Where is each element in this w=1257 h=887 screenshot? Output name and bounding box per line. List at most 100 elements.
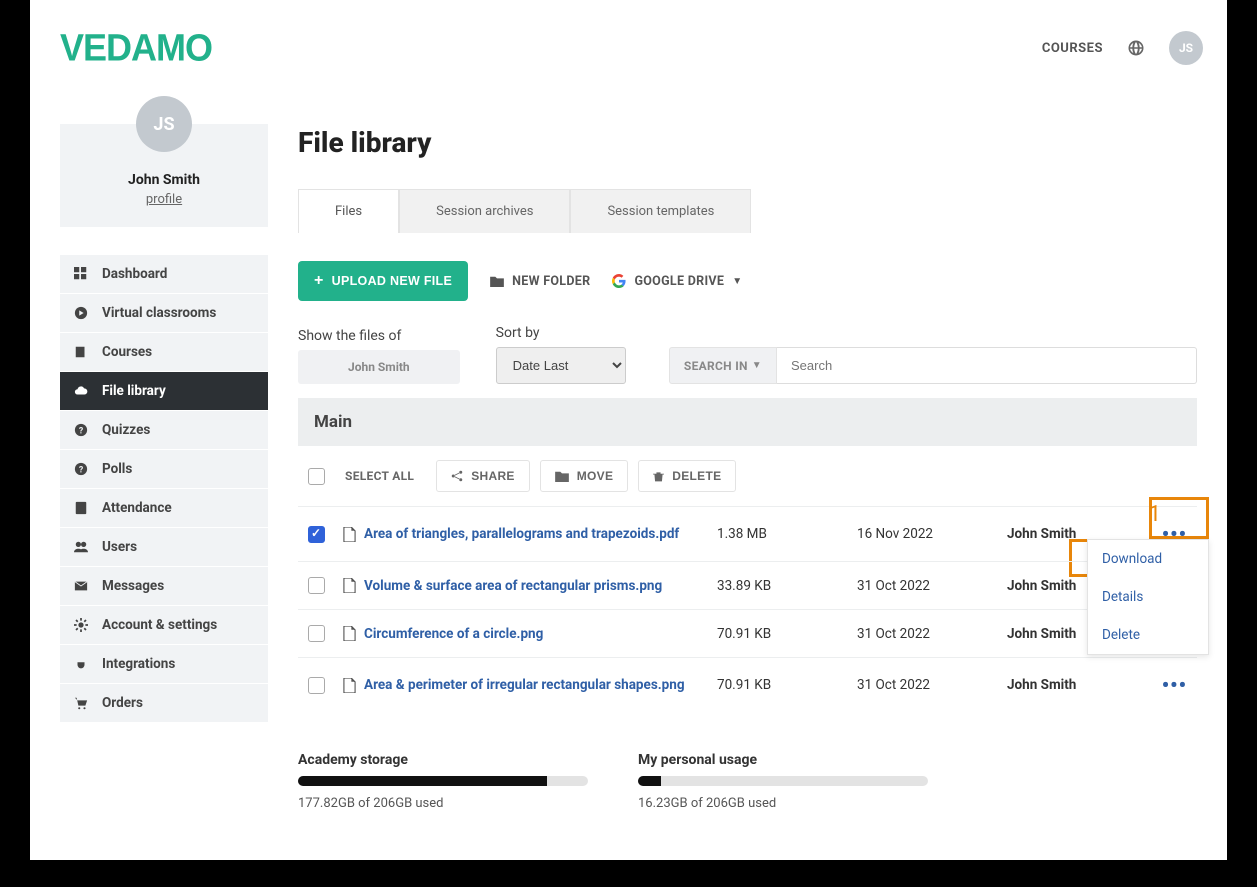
book-icon (74, 345, 88, 359)
sort-by-label: Sort by (496, 325, 626, 341)
trash-icon (653, 470, 664, 483)
file-date: 31 Oct 2022 (857, 677, 1007, 693)
button-label: SEARCH IN (684, 359, 748, 373)
show-files-of-value[interactable]: John Smith (298, 350, 460, 384)
sidebar-item-label: Dashboard (102, 266, 167, 282)
svg-text:?: ? (79, 466, 84, 476)
file-icon (343, 527, 356, 542)
sidebar-item-label: Courses (102, 344, 152, 360)
delete-button[interactable]: DELETE (638, 460, 736, 492)
button-label: MOVE (577, 469, 614, 483)
file-date: 31 Oct 2022 (857, 578, 1007, 594)
tab-bar: Files Session archives Session templates (298, 189, 1197, 233)
sidebar-item-orders[interactable]: Orders (60, 684, 268, 723)
google-icon (612, 274, 626, 288)
sidebar-item-virtual-classrooms[interactable]: Virtual classrooms (60, 294, 268, 333)
button-label: NEW FOLDER (512, 274, 590, 289)
row-checkbox[interactable] (308, 577, 325, 594)
row-checkbox[interactable] (308, 677, 325, 694)
button-label: SHARE (471, 469, 515, 483)
globe-icon[interactable] (1127, 39, 1145, 57)
file-name-link[interactable]: Area of triangles, parallelograms and tr… (364, 526, 679, 542)
sidebar-item-dashboard[interactable]: Dashboard (60, 255, 268, 294)
document-icon (74, 501, 88, 515)
sidebar-item-label: Quizzes (102, 422, 150, 438)
button-label: UPLOAD NEW FILE (332, 274, 452, 288)
sidebar-item-messages[interactable]: Messages (60, 567, 268, 606)
search-input[interactable] (777, 347, 1197, 384)
caret-down-icon: ▼ (752, 360, 762, 371)
tab-session-archives[interactable]: Session archives (399, 189, 570, 233)
file-size: 70.91 KB (717, 626, 857, 642)
annotation-number-1: 1 (1149, 502, 1161, 527)
sidebar-item-label: Orders (102, 695, 143, 711)
folder-icon (555, 470, 569, 482)
folder-icon (490, 275, 504, 287)
sidebar-item-attendance[interactable]: Attendance (60, 489, 268, 528)
new-folder-button[interactable]: NEW FOLDER (490, 274, 590, 289)
tab-files[interactable]: Files (298, 189, 399, 233)
envelope-icon (74, 579, 88, 593)
cloud-icon (74, 384, 88, 398)
folder-title: Main (298, 398, 1197, 446)
question-icon: ? (74, 462, 88, 476)
sort-by-select[interactable]: Date Last (496, 347, 626, 384)
dropdown-details[interactable]: Details (1088, 578, 1208, 616)
file-size: 70.91 KB (717, 677, 857, 693)
header-avatar[interactable]: JS (1169, 31, 1203, 65)
sidebar-item-label: Users (102, 539, 137, 555)
sidebar-item-quizzes[interactable]: ? Quizzes (60, 411, 268, 450)
sidebar-item-label: Polls (102, 461, 132, 477)
dropdown-download[interactable]: Download (1088, 540, 1208, 578)
plus-icon: + (314, 272, 324, 290)
caret-down-icon: ▼ (732, 276, 742, 287)
sidebar-item-users[interactable]: Users (60, 528, 268, 567)
svg-text:?: ? (79, 427, 84, 437)
academy-storage-text: 177.82GB of 206GB used (298, 796, 588, 811)
row-checkbox[interactable] (308, 526, 325, 543)
file-date: 16 Nov 2022 (857, 526, 1007, 542)
file-icon (343, 578, 356, 593)
profile-link[interactable]: profile (146, 192, 182, 207)
cart-icon (74, 696, 88, 710)
personal-usage-text: 16.23GB of 206GB used (638, 796, 928, 811)
select-all-checkbox[interactable] (308, 468, 325, 485)
academy-storage-bar (298, 776, 588, 786)
personal-usage-bar (638, 776, 928, 786)
sidebar-item-account-settings[interactable]: Account & settings (60, 606, 268, 645)
sidebar-item-label: Attendance (102, 500, 172, 516)
dropdown-delete[interactable]: Delete (1088, 616, 1208, 654)
sidebar-item-polls[interactable]: ? Polls (60, 450, 268, 489)
courses-link[interactable]: COURSES (1042, 41, 1103, 56)
plug-icon (74, 657, 88, 671)
academy-storage-label: Academy storage (298, 752, 588, 768)
tab-session-templates[interactable]: Session templates (570, 189, 751, 233)
gear-icon (74, 618, 88, 632)
share-button[interactable]: SHARE (436, 460, 530, 492)
question-icon: ? (74, 423, 88, 437)
table-row: Area & perimeter of irregular rectangula… (298, 657, 1197, 712)
sidebar-item-courses[interactable]: Courses (60, 333, 268, 372)
move-button[interactable]: MOVE (540, 460, 629, 492)
file-name-link[interactable]: Circumference of a circle.png (364, 626, 543, 642)
sidebar-item-label: Account & settings (102, 617, 217, 633)
sidebar-item-label: Integrations (102, 656, 175, 672)
sidebar-item-integrations[interactable]: Integrations (60, 645, 268, 684)
row-actions-button[interactable]: ••• (1162, 673, 1187, 697)
file-size: 33.89 KB (717, 578, 857, 594)
file-name-link[interactable]: Volume & surface area of rectangular pri… (364, 578, 662, 594)
file-owner: John Smith (1007, 677, 1147, 693)
file-name-link[interactable]: Area & perimeter of irregular rectangula… (364, 677, 685, 693)
sidebar-item-label: Messages (102, 578, 164, 594)
upload-new-file-button[interactable]: + UPLOAD NEW FILE (298, 261, 468, 301)
search-in-button[interactable]: SEARCH IN ▼ (669, 347, 777, 384)
page-title: File library (298, 126, 1197, 159)
table-row: Area of triangles, parallelograms and tr… (298, 506, 1197, 561)
share-icon (451, 470, 463, 482)
file-icon (343, 626, 356, 641)
row-actions-dropdown: Download Details Delete (1087, 539, 1209, 655)
button-label: GOOGLE DRIVE (634, 274, 724, 289)
google-drive-button[interactable]: GOOGLE DRIVE ▼ (612, 274, 742, 289)
sidebar-item-file-library[interactable]: File library (60, 372, 268, 411)
row-checkbox[interactable] (308, 625, 325, 642)
